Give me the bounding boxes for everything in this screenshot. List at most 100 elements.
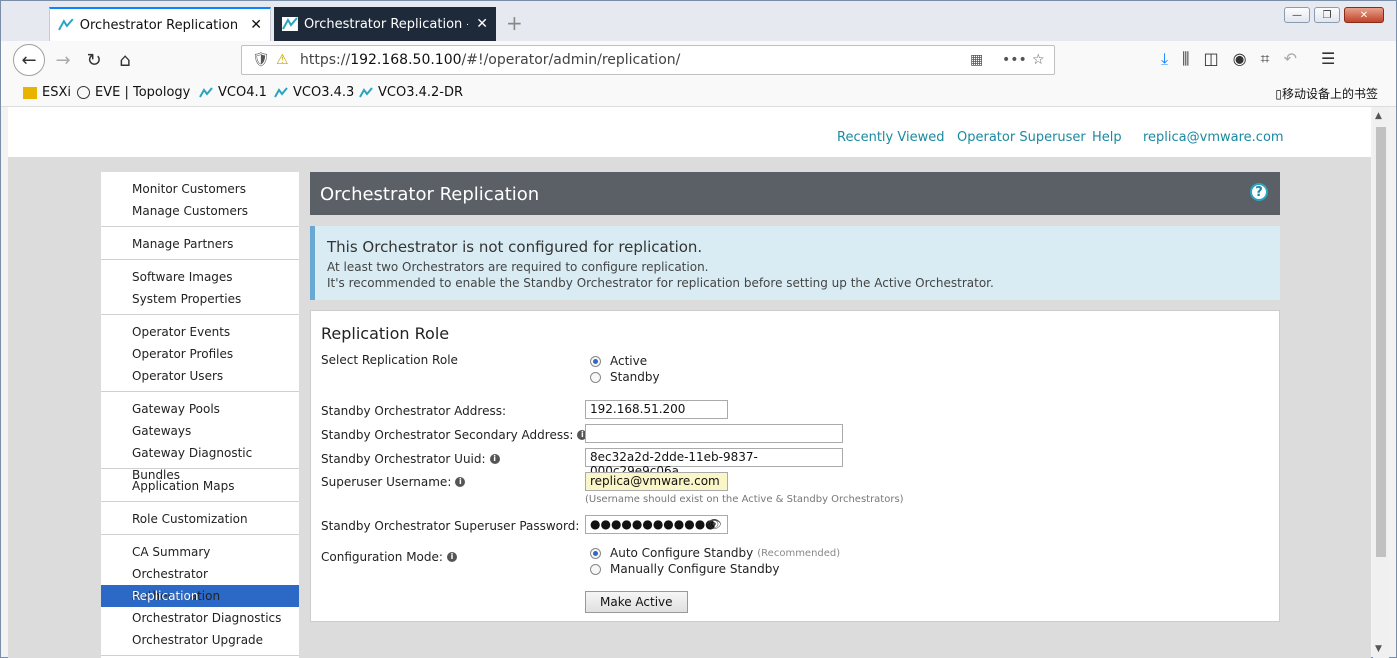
mobile-bookmarks[interactable]: ▯移动设备上的书签 [1275,85,1378,102]
info-icon[interactable]: i [446,552,457,562]
secondary-address-input[interactable] [585,424,843,443]
undo-icon[interactable]: ↶ [1284,49,1297,69]
username-input[interactable]: replica@vmware.com [585,472,728,491]
sidebar-item-application-maps[interactable]: Application Maps [101,475,299,497]
close-tab-icon[interactable]: ✕ [476,16,488,32]
sidebar-group: Application Maps [101,469,299,502]
minimize-icon[interactable]: — [1284,7,1310,23]
sidebar-item-operator-profiles[interactable]: Operator Profiles [101,343,299,365]
info-icon[interactable]: i [455,477,466,487]
url-host: 192.168.50.100 [350,52,462,68]
bookmark-star-icon[interactable]: ☆ [1032,52,1045,68]
bookmark-eve[interactable]: EVE | Topology [77,85,190,100]
make-active-button[interactable]: Make Active [585,591,688,613]
password-input[interactable]: ●●●●●●●●●●●● 👁 [585,515,728,534]
tab-title: Orchestrator Replication - SD-WAN [79,17,243,33]
manual-configure-radio[interactable]: Manually Configure Standby [590,562,779,576]
panel-title: Replication Role [321,324,450,343]
radio-selected-icon [590,547,601,559]
new-tab-icon[interactable]: + [506,11,523,35]
mobile-icon: ▯ [1275,87,1282,101]
reload-icon[interactable]: ↻ [78,44,110,76]
bookmark-esxi[interactable]: ESXi [23,85,71,100]
sidebar-item-manage-partners[interactable]: Manage Partners [101,233,299,255]
download-icon[interactable]: ⤓ [1161,49,1168,69]
radio-label: Active [610,354,648,368]
standby-address-label: Standby Orchestrator Address: [321,404,507,418]
close-window-icon[interactable]: ✕ [1344,7,1384,23]
top-navigation: Recently Viewed Operator Superuser Help … [8,107,1371,157]
role-label: Select Replication Role [321,353,458,367]
user-menu-link[interactable]: replica@vmware.com [1143,130,1284,145]
mobile-bookmarks-label: 移动设备上的书签 [1281,87,1378,101]
sidebar-item-system-properties[interactable]: System Properties [101,288,299,310]
scroll-up-icon[interactable]: ▲ [1375,111,1382,121]
sidebar-item-role-customization[interactable]: Role Customization [101,508,299,530]
library-icon[interactable]: ⫼ [1182,49,1189,69]
scroll-down-icon[interactable]: ▼ [1375,644,1382,654]
radio-label: Manually Configure Standby [610,562,780,576]
browser-tab[interactable]: Orchestrator Replication - SD-WAN ✕ [274,7,496,41]
role-standby-radio[interactable]: Standby [590,370,660,384]
page-content: Recently Viewed Operator Superuser Help … [8,107,1371,658]
page-scrollbar[interactable]: ▲ ▼ [1373,107,1389,658]
sidebar-item-gateways[interactable]: Gateways [101,420,299,442]
screenshot-icon[interactable]: ⌗ [1261,49,1270,69]
sidebar-item-orchestrator-authentication[interactable]: Orchestrator Authentication [101,563,299,603]
sidebar-item-gateway-diagnostic-bundles[interactable]: Gateway Diagnostic Bundles [101,442,299,482]
sidebar-icon[interactable]: ◫ [1203,49,1218,69]
sidebar-item-monitor-customers[interactable]: Monitor Customers [101,178,299,200]
info-icon[interactable]: i [489,454,500,464]
address-bar[interactable]: 🛡 ⚠ https://192.168.50.100/#!/operator/a… [241,45,1055,75]
home-icon[interactable]: ⌂ [109,44,141,76]
sidebar-group: CA SummaryOrchestrator AuthenticationRep… [101,535,299,656]
forward-icon[interactable]: → [47,44,79,76]
vmware-favicon-icon [199,86,213,97]
url-text[interactable]: https://192.168.50.100/#!/operator/admin… [300,52,680,68]
shield-icon[interactable]: 🛡 [252,52,270,68]
bookmark-vco343[interactable]: VCO3.4.3 [274,85,354,100]
help-link[interactable]: Help [1092,130,1122,145]
operator-superuser-link[interactable]: Operator Superuser [957,130,1086,145]
sidebar: Monitor Customers Manage Customers Manage … [101,172,299,658]
standby-address-input[interactable]: 192.168.51.200 [585,400,728,419]
sidebar-item-manage-customers[interactable]: Manage Customers [101,200,299,222]
scroll-thumb[interactable] [1376,127,1386,557]
back-icon[interactable]: ← [13,44,45,76]
recently-viewed-link[interactable]: Recently Viewed [837,130,944,145]
show-password-icon[interactable]: 👁 [707,517,722,531]
sidebar-item-gateway-pools[interactable]: Gateway Pools [101,398,299,420]
bookmark-vco342dr[interactable]: VCO3.4.2-DR [359,85,463,100]
help-icon[interactable]: ? [1250,183,1268,201]
alert-line-2: It's recommended to enable the Standby O… [327,276,994,290]
maximize-icon[interactable]: ❐ [1314,7,1340,23]
insecure-lock-icon[interactable]: ⚠ [276,52,289,68]
sidebar-item-operator-users[interactable]: Operator Users [101,365,299,387]
browser-tab-active[interactable]: Orchestrator Replication - SD-WAN ✕ [49,7,271,41]
sidebar-item-orchestrator-upgrade[interactable]: Orchestrator Upgrade [101,629,299,651]
label-text: Standby Orchestrator Uuid: [321,452,486,466]
url-prefix: https:// [300,52,351,68]
sidebar-item-orchestrator-diagnostics[interactable]: Orchestrator Diagnostics [101,607,299,629]
menu-icon[interactable]: ☰ [1321,49,1335,69]
alert-heading: This Orchestrator is not configured for … [327,238,703,256]
window-controls: — ❐ ✕ [1284,7,1384,23]
folder-icon [23,86,37,99]
url-path: /#!/operator/admin/replication/ [461,52,681,68]
role-active-radio[interactable]: Active [590,354,647,368]
label-text: Configuration Mode: [321,550,443,564]
sidebar-item-software-images[interactable]: Software Images [101,266,299,288]
account-icon[interactable]: ◉ [1233,49,1247,69]
close-tab-icon[interactable]: ✕ [250,17,262,33]
uuid-input[interactable]: 8ec32a2d-2dde-11eb-9837-000c29e9c06a [585,448,843,478]
sidebar-item-ca-summary[interactable]: CA Summary [101,541,299,563]
sidebar-group: Monitor Customers Manage Customers [101,172,299,227]
username-hint: (Username should exist on the Active & S… [585,494,904,505]
sidebar-item-operator-events[interactable]: Operator Events [101,321,299,343]
bookmark-vco41[interactable]: VCO4.1 [199,85,267,100]
auto-configure-radio[interactable]: Auto Configure Standby (Recommended) [590,546,840,560]
sidebar-group: Manage Partners [101,227,299,260]
secondary-address-label: Standby Orchestrator Secondary Address: i [321,428,588,442]
page-actions-icon[interactable]: ••• [1002,52,1027,68]
qr-code-icon[interactable]: ▦ [970,52,983,68]
